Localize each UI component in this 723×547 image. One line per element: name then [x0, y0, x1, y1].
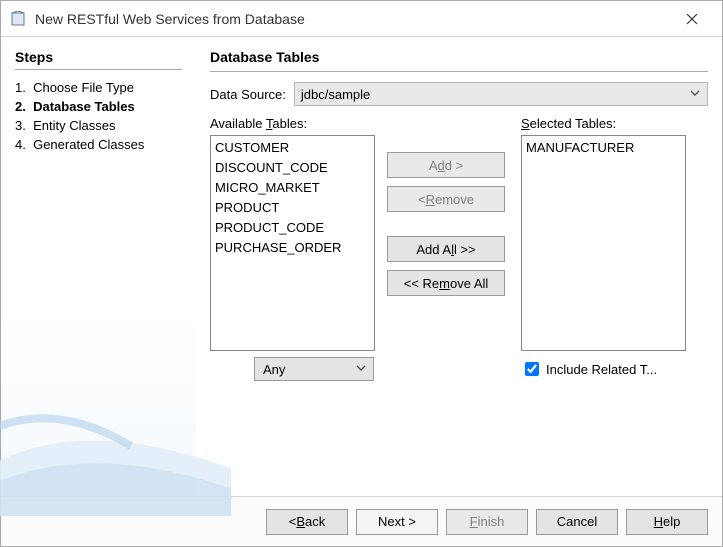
include-related-checkbox[interactable]	[525, 362, 539, 376]
window-title: New RESTful Web Services from Database	[35, 11, 672, 27]
cancel-button[interactable]: Cancel	[536, 509, 618, 535]
steps-list: 1. Choose File Type 2. Database Tables 3…	[15, 78, 182, 154]
back-button[interactable]: < Back	[266, 509, 348, 535]
selected-tables-list[interactable]: MANUFACTURER	[521, 135, 686, 351]
help-button[interactable]: Help	[626, 509, 708, 535]
add-all-button[interactable]: Add All >>	[387, 236, 505, 262]
available-tables-label: Available Tables:	[210, 116, 375, 131]
remove-all-button[interactable]: << Remove All	[387, 270, 505, 296]
filter-value: Any	[263, 362, 285, 377]
step-4: 4. Generated Classes	[15, 135, 182, 154]
steps-sidebar: Steps 1. Choose File Type 2. Database Ta…	[1, 37, 196, 496]
data-source-value: jdbc/sample	[301, 87, 370, 102]
add-button[interactable]: Add >	[387, 152, 505, 178]
list-item[interactable]: PRODUCT_CODE	[215, 218, 370, 238]
remove-button[interactable]: < Remove	[387, 186, 505, 212]
data-source-label: Data Source:	[210, 87, 286, 102]
panel-heading: Database Tables	[210, 49, 708, 65]
app-icon	[9, 10, 27, 28]
chevron-down-icon	[355, 362, 367, 374]
step-2: 2. Database Tables	[15, 97, 182, 116]
include-related-label: Include Related T...	[546, 362, 657, 377]
list-item[interactable]: PURCHASE_ORDER	[215, 238, 370, 258]
wizard-button-bar: < Back Next > Finish Cancel Help	[1, 496, 722, 546]
main-panel: Database Tables Data Source: jdbc/sample…	[196, 37, 722, 496]
list-item[interactable]: MICRO_MARKET	[215, 178, 370, 198]
available-tables-list[interactable]: CUSTOMERDISCOUNT_CODEMICRO_MARKETPRODUCT…	[210, 135, 375, 351]
step-1: 1. Choose File Type	[15, 78, 182, 97]
close-button[interactable]	[672, 5, 712, 33]
titlebar: New RESTful Web Services from Database	[1, 1, 722, 37]
steps-divider	[15, 69, 182, 70]
selected-tables-label: Selected Tables:	[521, 116, 686, 131]
list-item[interactable]: MANUFACTURER	[526, 138, 681, 158]
list-item[interactable]: DISCOUNT_CODE	[215, 158, 370, 178]
finish-button[interactable]: Finish	[446, 509, 528, 535]
chevron-down-icon	[689, 87, 701, 99]
panel-divider	[210, 71, 708, 72]
step-3: 3. Entity Classes	[15, 116, 182, 135]
list-item[interactable]: PRODUCT	[215, 198, 370, 218]
filter-select[interactable]: Any	[254, 357, 374, 381]
data-source-select[interactable]: jdbc/sample	[294, 82, 708, 106]
steps-heading: Steps	[15, 49, 182, 65]
next-button[interactable]: Next >	[356, 509, 438, 535]
list-item[interactable]: CUSTOMER	[215, 138, 370, 158]
